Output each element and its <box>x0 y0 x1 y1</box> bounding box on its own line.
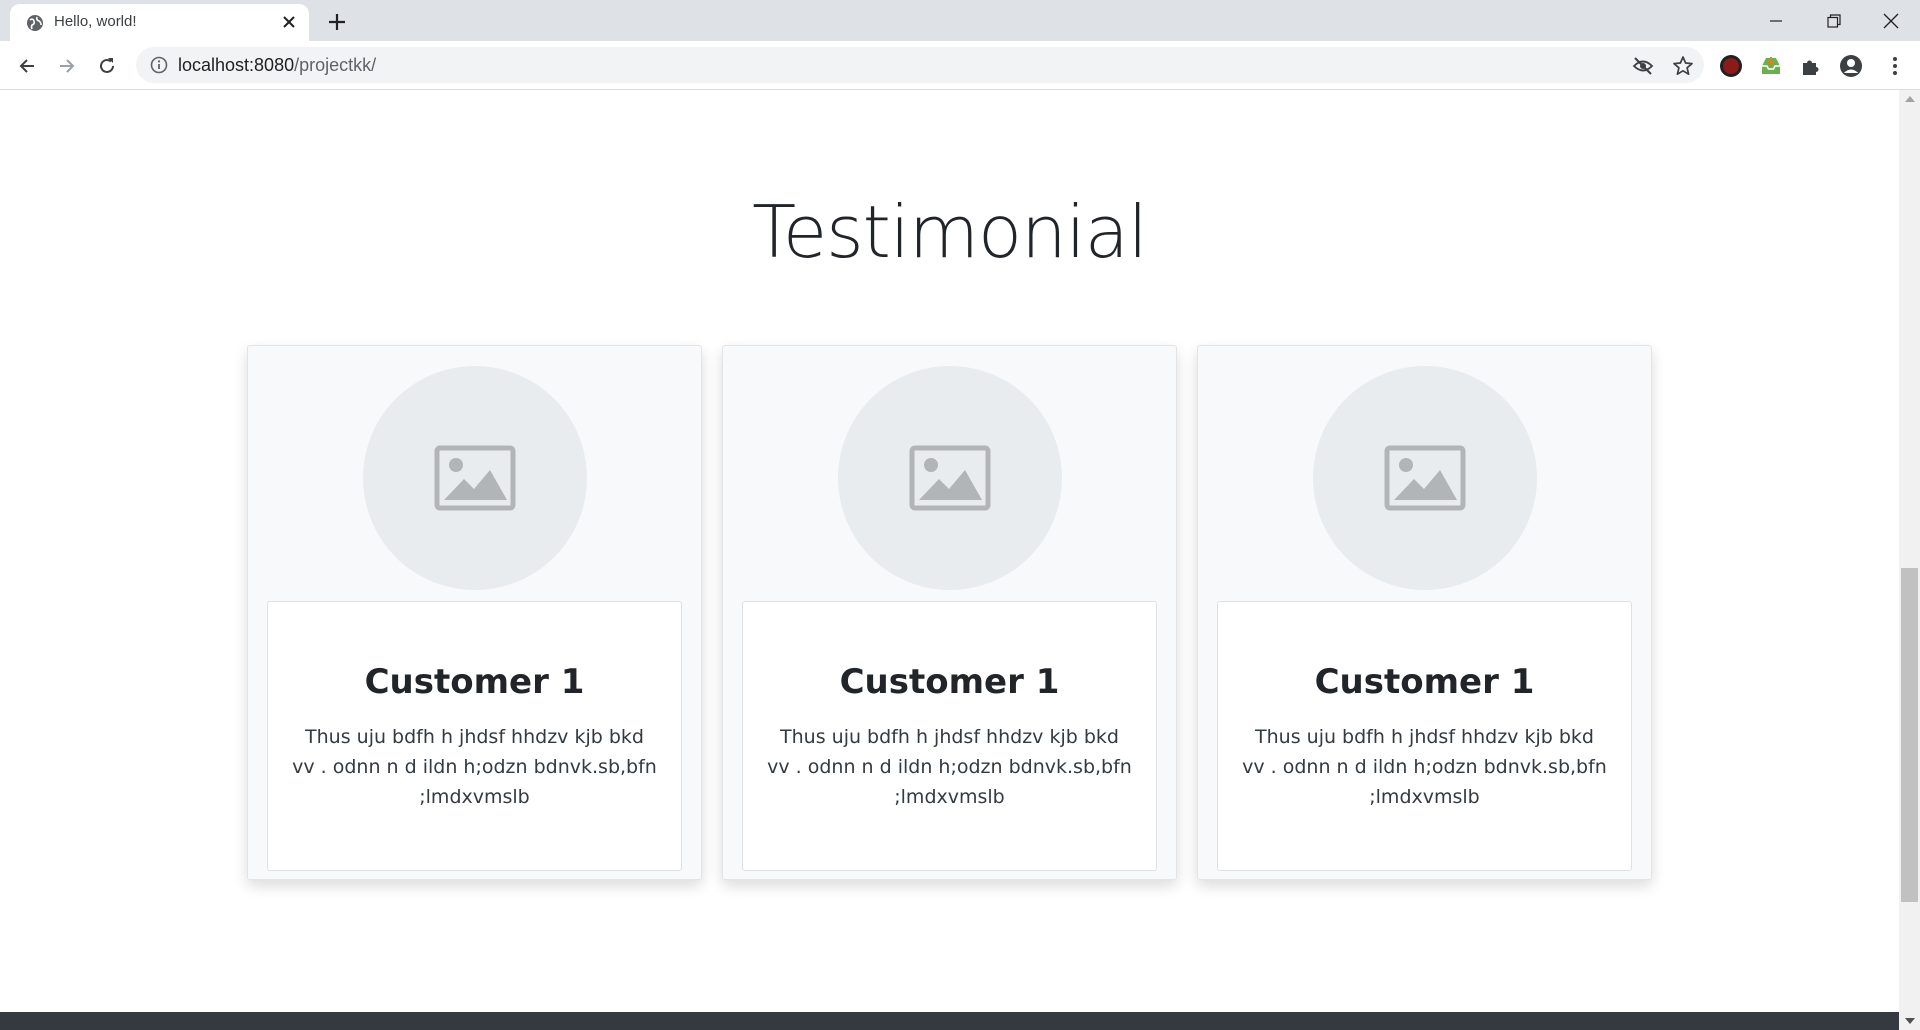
page-viewport: Testimonial Customer 1 Thus uju bdfh h j… <box>0 90 1899 1030</box>
testimonial-body: Customer 1 Thus uju bdfh h jhdsf hhdzv k… <box>1217 601 1632 871</box>
browser-menu-button[interactable] <box>1882 53 1908 79</box>
image-placeholder-icon <box>909 445 991 511</box>
image-placeholder-icon <box>1384 445 1466 511</box>
back-button[interactable] <box>14 53 40 79</box>
page-scrollbar[interactable] <box>1899 90 1920 1030</box>
restore-icon <box>1827 13 1841 28</box>
profile-button[interactable] <box>1838 53 1864 79</box>
minimize-icon <box>1770 19 1782 22</box>
testimonial-cards: Customer 1 Thus uju bdfh h jhdsf hhdzv k… <box>247 345 1652 880</box>
close-tab-icon[interactable] <box>279 12 299 32</box>
close-icon <box>1883 13 1899 28</box>
kebab-menu-icon <box>1893 57 1897 75</box>
globe-icon <box>27 15 43 31</box>
footer <box>0 1012 1899 1030</box>
url-text[interactable]: localhost:8080/projectkk/ <box>178 55 376 76</box>
eye-off-icon[interactable] <box>1632 55 1654 77</box>
minimize-button[interactable] <box>1747 0 1805 41</box>
extension-k-icon <box>1720 55 1742 77</box>
customer-name: Customer 1 <box>1314 662 1535 702</box>
section-title: Testimonial <box>752 190 1148 274</box>
close-window-button[interactable] <box>1862 0 1920 41</box>
extensions-button[interactable] <box>1798 53 1824 79</box>
browser-toolbar: localhost:8080/projectkk/ <box>0 41 1920 90</box>
forward-button[interactable] <box>54 53 80 79</box>
arrow-left-icon <box>19 59 34 73</box>
tab-title: Hello, world! <box>54 13 137 30</box>
customer-name: Customer 1 <box>364 662 585 702</box>
testimonial-text: Thus uju bdfh h jhdsf hhdzv kjb bkd vv .… <box>767 726 1132 808</box>
browser-tab[interactable]: Hello, world! <box>10 4 309 41</box>
scroll-up-arrow[interactable] <box>1905 96 1915 102</box>
reload-icon <box>100 58 114 73</box>
customer-photo-placeholder <box>838 366 1062 590</box>
reload-button[interactable] <box>94 53 120 79</box>
arrow-right-icon <box>60 59 75 73</box>
address-bar[interactable]: localhost:8080/projectkk/ <box>136 47 1704 83</box>
customer-name: Customer 1 <box>839 662 1060 702</box>
tab-strip: Hello, world! <box>0 0 1920 41</box>
restore-button[interactable] <box>1805 0 1863 41</box>
testimonial-body: Customer 1 Thus uju bdfh h jhdsf hhdzv k… <box>267 601 682 871</box>
testimonial-text: Thus uju bdfh h jhdsf hhdzv kjb bkd vv .… <box>1242 726 1607 808</box>
url-path: /projectkk/ <box>294 55 377 75</box>
scroll-thumb[interactable] <box>1901 568 1918 902</box>
image-placeholder-icon <box>434 445 516 511</box>
extension-inbox[interactable] <box>1758 53 1784 79</box>
customer-photo-placeholder <box>363 366 587 590</box>
testimonial-card: Customer 1 Thus uju bdfh h jhdsf hhdzv k… <box>722 345 1177 880</box>
new-tab-icon[interactable] <box>324 9 350 35</box>
bookmark-star-icon[interactable] <box>1672 55 1694 77</box>
url-host: localhost:8080 <box>178 55 295 75</box>
customer-photo-placeholder <box>1313 366 1537 590</box>
inbox-tray-icon <box>1762 57 1780 74</box>
testimonial-text: Thus uju bdfh h jhdsf hhdzv kjb bkd vv .… <box>292 726 657 808</box>
testimonial-card: Customer 1 Thus uju bdfh h jhdsf hhdzv k… <box>247 345 702 880</box>
extension-avatar[interactable] <box>1718 53 1744 79</box>
scroll-down-arrow[interactable] <box>1905 1018 1915 1024</box>
info-icon[interactable] <box>150 56 168 74</box>
account-circle-icon <box>1840 55 1862 77</box>
testimonial-card: Customer 1 Thus uju bdfh h jhdsf hhdzv k… <box>1197 345 1652 880</box>
puzzle-icon <box>1803 60 1819 75</box>
testimonial-body: Customer 1 Thus uju bdfh h jhdsf hhdzv k… <box>742 601 1157 871</box>
